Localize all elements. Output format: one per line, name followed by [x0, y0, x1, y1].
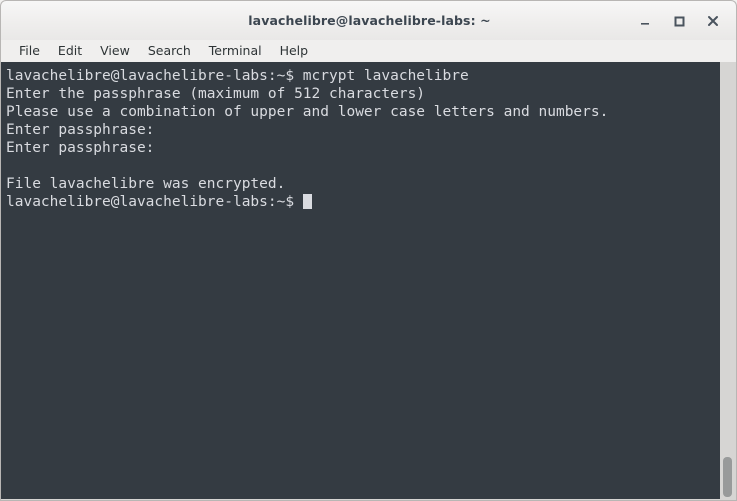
terminal-scrollbar[interactable] — [720, 62, 735, 499]
close-icon — [708, 15, 718, 26]
terminal-line: File lavachelibre was encrypted. — [6, 176, 286, 192]
terminal-screen[interactable]: lavachelibre@lavachelibre-labs:~$ mcrypt… — [1, 62, 721, 499]
menubar: File Edit View Search Terminal Help — [0, 40, 737, 62]
scrollbar-thumb[interactable] — [723, 457, 732, 497]
terminal-prompt-line: lavachelibre@lavachelibre-labs:~$ — [6, 193, 721, 211]
terminal-line: lavachelibre@lavachelibre-labs:~$ mcrypt… — [6, 68, 469, 84]
menu-item-file[interactable]: File — [10, 40, 49, 62]
menu-item-view[interactable]: View — [91, 40, 139, 62]
menu-item-edit[interactable]: Edit — [49, 40, 91, 62]
minimize-icon — [641, 22, 649, 25]
menu-item-search[interactable]: Search — [139, 40, 200, 62]
window-controls — [628, 1, 730, 40]
terminal-line: Enter the passphrase (maximum of 512 cha… — [6, 86, 426, 102]
terminal-line: Enter passphrase: — [6, 122, 155, 138]
maximize-icon — [674, 16, 685, 26]
terminal-line: Enter passphrase: — [6, 140, 155, 156]
close-button[interactable] — [696, 6, 730, 36]
terminal-output: lavachelibre@lavachelibre-labs:~$ mcrypt… — [6, 67, 721, 211]
terminal-prompt: lavachelibre@lavachelibre-labs:~$ — [6, 194, 303, 210]
terminal-body: lavachelibre@lavachelibre-labs:~$ mcrypt… — [0, 62, 737, 501]
menu-item-help[interactable]: Help — [271, 40, 318, 62]
terminal-window: lavachelibre@lavachelibre-labs: ~ File E… — [0, 0, 737, 501]
terminal-line: Please use a combination of upper and lo… — [6, 104, 609, 120]
maximize-button[interactable] — [662, 6, 696, 36]
minimize-button[interactable] — [628, 6, 662, 36]
window-title: lavachelibre@lavachelibre-labs: ~ — [248, 13, 491, 28]
menu-item-terminal[interactable]: Terminal — [200, 40, 271, 62]
terminal-cursor — [302, 194, 312, 209]
titlebar[interactable]: lavachelibre@lavachelibre-labs: ~ — [0, 0, 737, 40]
